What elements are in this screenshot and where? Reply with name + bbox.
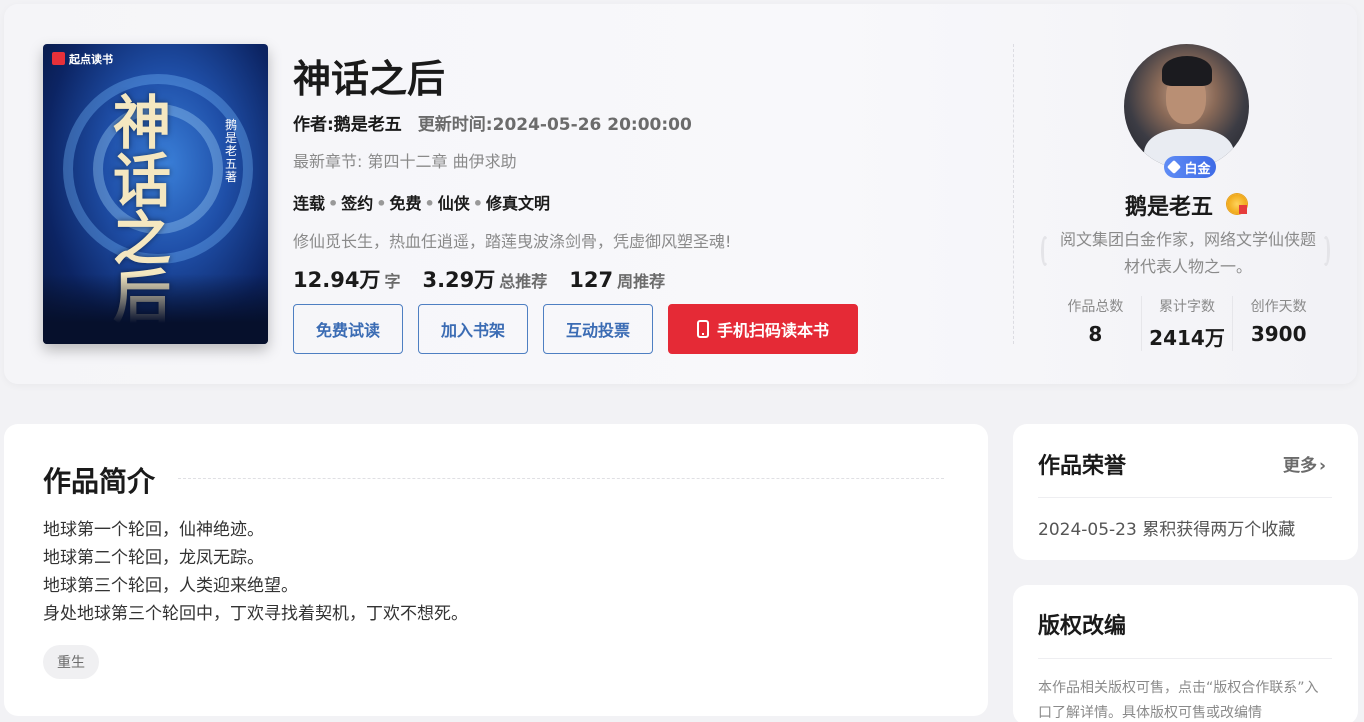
laurel-left-icon [1041,236,1049,266]
total-recommend-unit: 总推荐 [499,272,548,291]
intro-line: 地球第一个轮回，仙神绝迹。 [43,520,264,540]
vertical-divider [1013,44,1014,344]
medal-icon [1227,194,1247,214]
scan-read-button[interactable]: 手机扫码读本书 [668,304,858,354]
copyright-title: 版权改编 [1038,614,1127,639]
scan-read-label: 手机扫码读本书 [716,323,829,340]
intro-tag[interactable]: 重生 [43,645,99,679]
cover-logo-text: 起点读书 [69,53,113,66]
word-count: 12.94万 [293,268,381,292]
book-title: 神话之后 [293,57,446,101]
weekly-recommend-unit: 周推荐 [617,272,666,291]
author-name[interactable]: 鹅是老五 [1125,189,1213,221]
platinum-icon [1167,159,1182,175]
total-recommend: 3.29万 [422,268,496,292]
honor-divider [1038,497,1332,498]
book-meta: 作者:鹅是老五 更新时间:2024-05-26 20:00:00 [293,110,692,135]
qidian-logo-icon [52,52,65,65]
honor-item: 2024-05-23 累积获得两万个收藏 [1038,520,1296,540]
copyright-text: 本作品相关版权可售，点击“版权合作联系”入口了解详情。具体版权可售或改编情 [1038,680,1319,721]
author-link[interactable]: 作者:鹅是老五 [293,115,402,135]
update-time: 更新时间:2024-05-26 20:00:00 [417,115,692,135]
tag-status: 连载 [293,194,326,213]
author-stat-value: 2414万 [1149,326,1225,350]
honor-title: 作品荣誉 [1038,454,1127,479]
author-stat-label: 作品总数 [1067,299,1124,315]
tag-free: 免费 [389,194,422,213]
vote-button[interactable]: 互动投票 [543,304,653,354]
latest-chapter-label: 最新章节: [293,152,368,171]
copyright-divider [1038,658,1332,659]
book-stats: 12.94万字 3.29万 总推荐 127 周推荐 [293,264,687,294]
chevron-right-icon: › [1319,456,1327,476]
honor-more-label: 更多 [1283,456,1317,476]
author-stat-value: 3900 [1250,322,1307,346]
tag-signed: 签约 [341,194,374,213]
word-count-unit: 字 [384,272,401,291]
book-tags: 连载 • 签约 • 免费 • 仙侠 • 修真文明 [293,194,551,213]
intro-line: 身处地球第三个轮回中，丁欢寻找着契机，丁欢不想死。 [43,604,468,624]
intro-line: 地球第二个轮回，龙凤无踪。 [43,548,264,568]
weekly-recommend: 127 [569,268,614,292]
author-avatar[interactable] [1124,44,1249,169]
cover-author: 鹅是老五 著 [225,118,238,184]
avatar-hair [1162,56,1212,86]
intro-line: 地球第三个轮回，人类迎来绝望。 [43,576,298,596]
platinum-badge-label: 白金 [1184,161,1211,177]
intro-heading: 作品简介 [43,465,156,498]
book-tagline: 修仙觅长生，热血任逍遥，踏莲曳波涤剑骨，凭虚御风塑圣魂! [293,232,732,251]
cover-ground [43,274,268,344]
author-stat-words: 累计字数 2414万 [1140,296,1233,351]
honor-more-link[interactable]: 更多 › [1283,451,1326,476]
author-stat-days: 创作天数 3900 [1232,296,1324,351]
intro-text: 地球第一个轮回，仙神绝迹。 地球第二个轮回，龙凤无踪。 地球第三个轮回，人类迎来… [43,516,468,628]
author-stat-label: 创作天数 [1250,299,1307,315]
book-cover[interactable]: 起点读书 神话之后 鹅是老五 著 [43,44,268,344]
tag-subcategory[interactable]: 修真文明 [486,194,550,213]
author-stat-works[interactable]: 作品总数 8 [1050,296,1141,351]
laurel-right-icon [1322,236,1330,266]
author-description: 阅文集团白金作家，网络文学仙侠题材代表人物之一。 [1060,230,1317,276]
phone-icon [696,320,709,338]
add-to-shelf-button[interactable]: 加入书架 [418,304,528,354]
platinum-badge: 白金 [1164,156,1216,178]
tag-category[interactable]: 仙侠 [438,194,470,213]
intro-divider [178,478,944,479]
latest-chapter: 最新章节: 第四十二章 曲伊求助 [293,148,517,172]
author-stats: 作品总数 8 累计字数 2414万 创作天数 3900 [1050,296,1324,351]
author-stat-value: 8 [1088,322,1103,346]
free-read-button[interactable]: 免费试读 [293,304,403,354]
latest-chapter-link[interactable]: 第四十二章 曲伊求助 [367,152,516,171]
author-stat-label: 累计字数 [1159,299,1215,315]
